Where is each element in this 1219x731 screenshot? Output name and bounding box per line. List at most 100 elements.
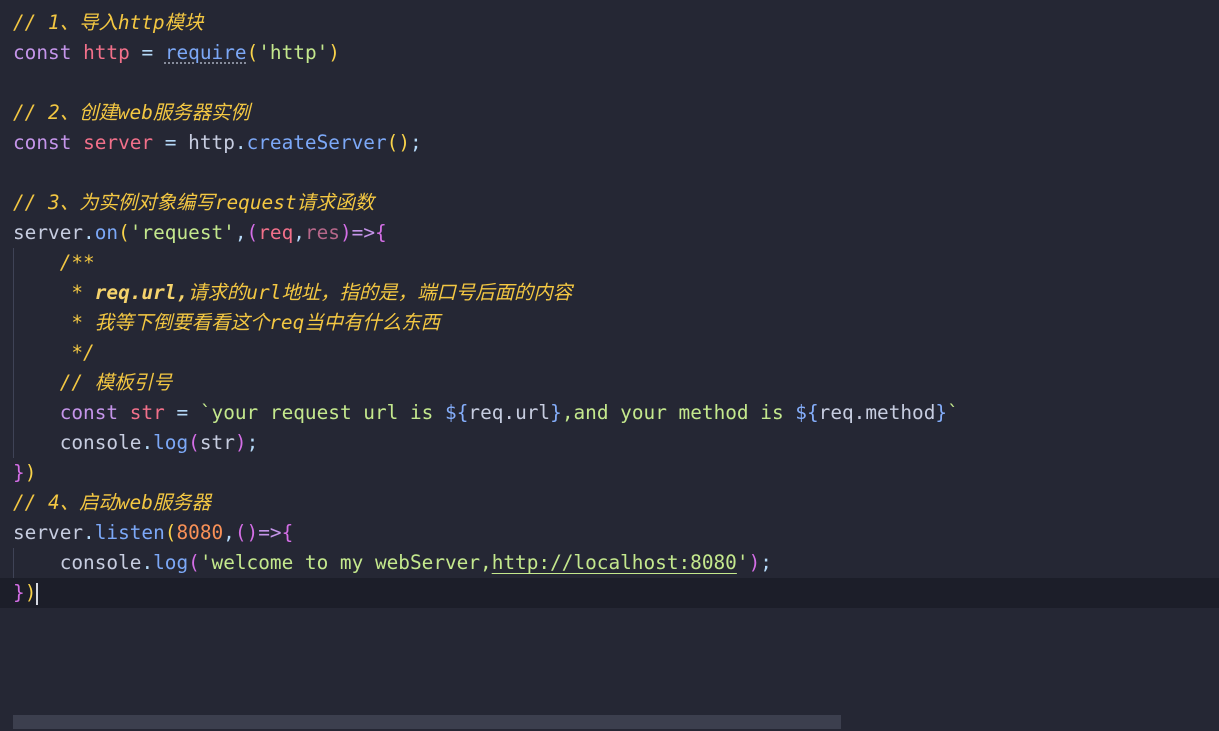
object-name: http bbox=[188, 131, 235, 154]
doc-comment-text: 请求的url地址，指的是，端口号后面的内容 bbox=[188, 281, 573, 304]
variable-name: http bbox=[83, 41, 130, 64]
comment-text: // 3、为实例对象编写request请求函数 bbox=[13, 191, 375, 214]
code-area[interactable]: // 1、导入http模块 const http = require('http… bbox=[0, 8, 1219, 608]
paren-close: ) bbox=[234, 431, 247, 454]
doc-comment-tag: req.url, bbox=[94, 281, 189, 304]
paren-close: ) bbox=[24, 581, 37, 604]
brace-open: { bbox=[375, 221, 387, 244]
argument: str bbox=[199, 431, 235, 454]
code-line-19[interactable]: console.log('welcome to my webServer,htt… bbox=[13, 548, 1219, 578]
code-line-12[interactable]: */ bbox=[13, 338, 1219, 368]
paren-open: ( bbox=[188, 551, 200, 574]
comma: , bbox=[223, 521, 235, 544]
semicolon: ; bbox=[410, 131, 422, 154]
horizontal-scrollbar[interactable] bbox=[13, 715, 841, 729]
code-line-10[interactable]: * req.url,请求的url地址，指的是，端口号后面的内容 bbox=[13, 278, 1219, 308]
semicolon: ; bbox=[246, 431, 259, 454]
template-string: ,and your method is bbox=[561, 401, 796, 424]
code-line-16[interactable]: }) bbox=[13, 458, 1219, 488]
paren-open: ( bbox=[118, 221, 130, 244]
param-req: req bbox=[258, 221, 294, 244]
object-name: server bbox=[13, 521, 84, 544]
template-expr-close: } bbox=[935, 401, 948, 424]
indent-guide bbox=[13, 398, 14, 428]
indent-guide bbox=[13, 548, 14, 578]
code-line-14[interactable]: const str = `your request url is ${req.u… bbox=[13, 398, 1219, 428]
code-line-2[interactable]: const http = require('http') bbox=[13, 38, 1219, 68]
object-name: server bbox=[13, 221, 84, 244]
object-name: console bbox=[59, 431, 142, 454]
variable-name: server bbox=[83, 131, 154, 154]
dot: . bbox=[141, 551, 154, 574]
doc-comment-text: /** bbox=[59, 251, 95, 274]
url-link[interactable]: http://localhost:8080 bbox=[492, 551, 737, 574]
code-line-18[interactable]: server.listen(8080,()=>{ bbox=[13, 518, 1219, 548]
code-line-17[interactable]: // 4、启动web服务器 bbox=[13, 488, 1219, 518]
indent-guide bbox=[13, 428, 14, 458]
paren-close: ) bbox=[328, 41, 340, 64]
keyword-const: const bbox=[59, 401, 119, 424]
comment-text: // 4、启动web服务器 bbox=[13, 491, 212, 514]
arrow: => bbox=[351, 221, 376, 244]
string-literal: 'welcome to my webServer, bbox=[199, 551, 492, 574]
code-line-7[interactable]: // 3、为实例对象编写request请求函数 bbox=[13, 188, 1219, 218]
string-literal: ' bbox=[736, 551, 749, 574]
code-line-3[interactable] bbox=[13, 68, 1219, 98]
string-literal: 'http' bbox=[258, 41, 329, 64]
paren-open: ( bbox=[164, 521, 177, 544]
string-literal: 'request' bbox=[129, 221, 235, 244]
dot: . bbox=[141, 431, 154, 454]
function-name: createServer bbox=[246, 131, 387, 154]
template-expr-close: } bbox=[550, 401, 562, 424]
comment-text: // 1、导入http模块 bbox=[13, 11, 204, 34]
doc-comment-star: * bbox=[59, 281, 95, 304]
code-line-13[interactable]: // 模板引号 bbox=[13, 368, 1219, 398]
doc-comment-text: */ bbox=[59, 341, 95, 364]
comment-text: // 模板引号 bbox=[59, 371, 173, 394]
code-line-9[interactable]: /** bbox=[13, 248, 1219, 278]
paren-close: ) bbox=[24, 461, 37, 484]
paren-close: ) bbox=[748, 551, 761, 574]
args-parens: () bbox=[234, 521, 259, 544]
function-name: on bbox=[94, 221, 119, 244]
template-expr-open: ${ bbox=[445, 401, 469, 424]
dot: . bbox=[83, 221, 95, 244]
operator: = bbox=[141, 41, 154, 64]
function-name: listen bbox=[94, 521, 165, 544]
template-expr: req.url bbox=[468, 401, 551, 424]
code-line-8[interactable]: server.on('request',(req,res)=>{ bbox=[13, 218, 1219, 248]
comma: , bbox=[234, 221, 247, 244]
template-expr: req.method bbox=[818, 401, 936, 424]
args-close: ) bbox=[339, 221, 352, 244]
comment-text: // 2、创建web服务器实例 bbox=[13, 101, 250, 124]
object-name: console bbox=[59, 551, 142, 574]
param-res: res bbox=[304, 221, 340, 244]
operator: = bbox=[176, 401, 189, 424]
template-string: ` bbox=[947, 401, 959, 424]
function-name: log bbox=[153, 431, 189, 454]
variable-name: str bbox=[129, 401, 165, 424]
keyword-const: const bbox=[13, 41, 72, 64]
parens: () bbox=[386, 131, 411, 154]
code-line-1[interactable]: // 1、导入http模块 bbox=[13, 8, 1219, 38]
code-editor[interactable]: // 1、导入http模块 const http = require('http… bbox=[0, 0, 1219, 731]
semicolon: ; bbox=[760, 551, 772, 574]
brace-open: { bbox=[281, 521, 294, 544]
code-line-4[interactable]: // 2、创建web服务器实例 bbox=[13, 98, 1219, 128]
dot: . bbox=[234, 131, 247, 154]
code-line-5[interactable]: const server = http.createServer(); bbox=[13, 128, 1219, 158]
indent-guide bbox=[13, 278, 14, 308]
keyword-const: const bbox=[13, 131, 72, 154]
indent-guide bbox=[13, 368, 14, 398]
template-string: `your request url is bbox=[199, 401, 446, 424]
operator: = bbox=[164, 131, 177, 154]
code-line-15[interactable]: console.log(str); bbox=[13, 428, 1219, 458]
paren-open: ( bbox=[246, 41, 259, 64]
code-line-11[interactable]: * 我等下倒要看看这个req当中有什么东西 bbox=[13, 308, 1219, 338]
comma: , bbox=[293, 221, 305, 244]
code-line-6[interactable] bbox=[13, 158, 1219, 188]
paren-open: ( bbox=[188, 431, 200, 454]
doc-comment-text: * 我等下倒要看看这个req当中有什么东西 bbox=[59, 311, 440, 334]
text-cursor bbox=[36, 582, 39, 605]
code-line-20[interactable]: }) bbox=[0, 578, 1219, 608]
